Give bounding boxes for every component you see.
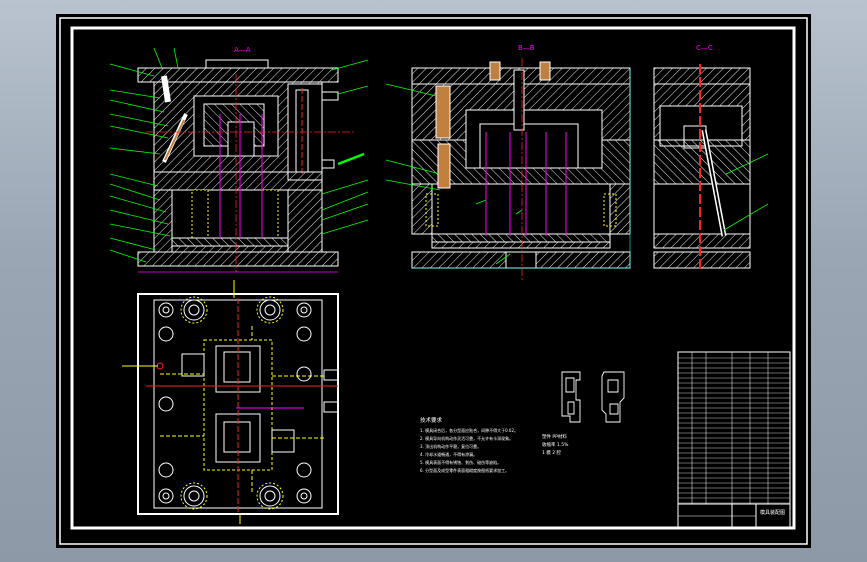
drawing-sheet[interactable]: A—A B—B C—C 塑件 PP材料 收缩率 1.5% 1 模 2 腔 技术要… (56, 14, 811, 548)
bill-of-materials[interactable]: 模具装配图 (677, 351, 791, 529)
svg-text:收缩率 1.5%: 收缩率 1.5% (542, 441, 569, 448)
side-section-view[interactable]: B—B (385, 44, 631, 280)
detail-section-view[interactable]: C—C (653, 44, 769, 272)
svg-text:1 模 2 腔: 1 模 2 腔 (542, 449, 562, 456)
tech-requirements: 技术要求 1. 模具闭合后，各分型面应贴合，间隙不得大于0.02。 2. 模具导… (420, 416, 518, 473)
view-label-side: B—B (518, 44, 535, 52)
view-label-front: A—A (234, 46, 251, 54)
part-sketches[interactable] (561, 371, 625, 423)
svg-text:2. 模具导向机构动作灵活可靠，不允许有卡滞现象。: 2. 模具导向机构动作灵活可靠，不允许有卡滞现象。 (420, 435, 513, 441)
svg-text:3. 顶出机构动作平稳，复位可靠。: 3. 顶出机构动作平稳，复位可靠。 (420, 443, 481, 449)
view-label-detail: C—C (696, 44, 713, 52)
svg-text:塑件 PP材料: 塑件 PP材料 (542, 433, 567, 440)
svg-text:技术要求: 技术要求 (420, 416, 443, 424)
part-notes: 塑件 PP材料 收缩率 1.5% 1 模 2 腔 (542, 433, 569, 456)
title-block-name: 模具装配图 (760, 509, 785, 516)
svg-text:4. 冷却水道畅通，不得有渗漏。: 4. 冷却水道畅通，不得有渗漏。 (420, 451, 477, 457)
front-section-view[interactable]: A—A (109, 46, 369, 273)
svg-text:6. 分型面及成型零件表面粗糙度按图纸要求加工。: 6. 分型面及成型零件表面粗糙度按图纸要求加工。 (420, 467, 509, 473)
svg-text:1. 模具闭合后，各分型面应贴合，间隙不得大于0.02。: 1. 模具闭合后，各分型面应贴合，间隙不得大于0.02。 (420, 427, 518, 433)
cad-viewer: A—A B—B C—C 塑件 PP材料 收缩率 1.5% 1 模 2 腔 技术要… (0, 0, 867, 562)
drawing-canvas[interactable]: A—A B—B C—C 塑件 PP材料 收缩率 1.5% 1 模 2 腔 技术要… (56, 14, 811, 548)
plan-view[interactable] (122, 280, 339, 524)
svg-text:5. 模具表面不得有锈蚀、划伤、碰伤等缺陷。: 5. 模具表面不得有锈蚀、划伤、碰伤等缺陷。 (420, 459, 501, 465)
